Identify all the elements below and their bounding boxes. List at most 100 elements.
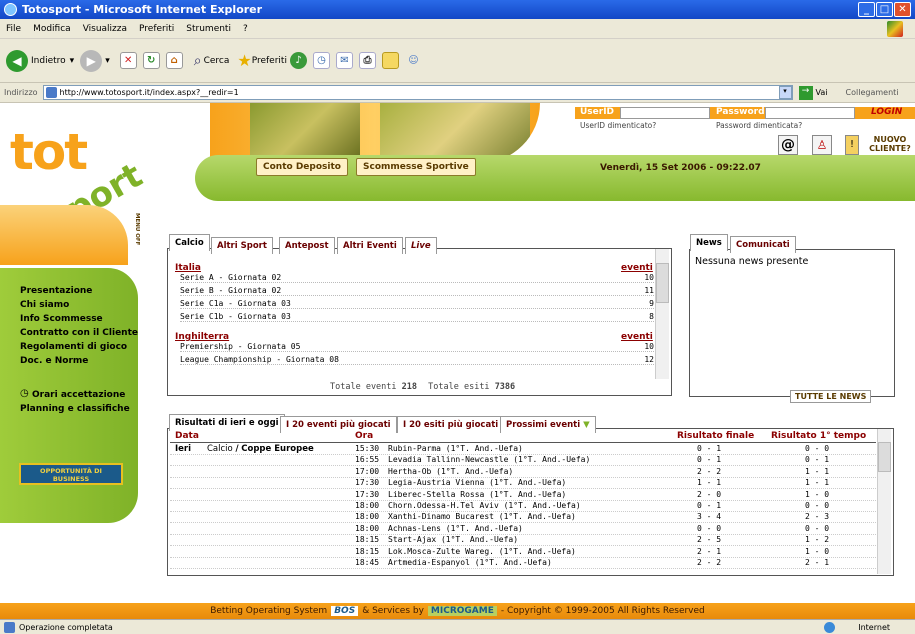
table-row[interactable]: 18:00 Chorn.Odessa-H.Tel Aviv (1°T. And.-… [170, 501, 876, 512]
business-banner[interactable]: OPPORTUNITÀ DI BUSINESS [19, 463, 123, 485]
mail-icon[interactable]: ✉ [335, 52, 353, 69]
minimize-button[interactable]: _ [858, 2, 875, 17]
tab-altri-sport[interactable]: Altri Sport [211, 237, 273, 254]
tab-top20-esiti[interactable]: I 20 esiti più giocati [397, 416, 505, 433]
tab-risultati[interactable]: Risultati di ieri e oggi [169, 414, 285, 431]
client-icon[interactable]: ! [845, 135, 859, 155]
forward-button[interactable]: ▶ ▾ [80, 49, 110, 72]
table-row[interactable]: 16:55 Levadia Tallinn-Newcastle (1°T. And… [170, 455, 876, 467]
list-item[interactable]: Premiership - Giornata 05 10 [180, 342, 654, 352]
sidebar-item-chi-siamo[interactable]: Chi siamo [20, 300, 69, 310]
conto-deposito-button[interactable]: Conto Deposito [256, 158, 348, 176]
tab-live[interactable]: Live [405, 237, 437, 254]
home-icon[interactable]: ⌂ [165, 52, 183, 69]
list-item[interactable]: Serie A - Giornata 02 10 [180, 273, 654, 283]
tab-calcio[interactable]: Calcio [169, 234, 210, 251]
list-item[interactable]: Serie B - Giornata 02 11 [180, 286, 654, 296]
address-bar: Indirizzo http://www.totosport.it/index.… [0, 83, 915, 103]
address-dropdown-icon[interactable]: ▾ [778, 86, 792, 99]
table-row[interactable]: 18:15 Start-Ajax (1°T. And.-Uefa) 2 - 5 1 -… [170, 535, 876, 547]
match-name: Hertha-Ob (1°T. And.-Uefa) [388, 466, 514, 476]
stop-icon[interactable]: ✕ [119, 52, 137, 69]
final-score: 1 - 1 [697, 478, 722, 488]
event-count: 11 [644, 286, 654, 295]
table-row[interactable]: 17:00 Hertha-Ob (1°T. And.-Uefa) 2 - 2 1 - … [170, 467, 876, 478]
group-inghilterra[interactable]: Inghilterra [175, 332, 229, 342]
sports-scrollbar[interactable] [655, 249, 669, 379]
media-icon[interactable]: ♪ [289, 52, 307, 69]
tab-comunicati[interactable]: Comunicati [730, 236, 796, 253]
sidebar-item-regolamenti[interactable]: Regolamenti di gioco [20, 342, 127, 352]
close-button[interactable]: ✕ [894, 2, 911, 17]
table-row[interactable]: 18:00 Xanthi-Dinamo Bucarest (1°T. And.-U… [170, 512, 876, 524]
table-row[interactable]: 17:30 Legia-Austria Vienna (1°T. And.-Uef… [170, 478, 876, 490]
group-italia[interactable]: Italia [175, 263, 201, 273]
userid-forgot-link[interactable]: UserID dimenticato? [580, 121, 656, 130]
links-label[interactable]: Collegamenti [846, 88, 899, 97]
menu-preferiti[interactable]: Preferiti [139, 24, 174, 34]
all-news-button[interactable]: TUTTE LE NEWS [790, 390, 872, 403]
table-row[interactable]: 17:30 Liberec-Stella Rossa (1°T. And.-Uef… [170, 490, 876, 501]
print-icon[interactable]: ⎙ [358, 52, 376, 69]
password-input[interactable] [765, 107, 855, 119]
menu-visualizza[interactable]: Visualizza [83, 24, 127, 34]
go-arrow-icon[interactable]: → [798, 85, 813, 100]
table-row[interactable]: 18:15 Lok.Mosca-Zulte Wareg. (1°T. And.-U… [170, 547, 876, 558]
match-name: Rubin-Parma (1°T. And.-Uefa) [388, 444, 523, 453]
list-item[interactable]: Serie C1b - Giornata 03 8 [180, 312, 654, 322]
history-icon[interactable]: ◷ [312, 52, 330, 69]
list-item[interactable]: League Championship - Giornata 08 12 [180, 355, 654, 365]
competition-name: League Championship - Giornata 08 [180, 355, 339, 364]
tab-antepost[interactable]: Antepost [279, 237, 335, 254]
tab-news[interactable]: News [690, 234, 728, 251]
back-button[interactable]: ◀ Indietro ▾ [6, 49, 74, 72]
results-scrollbar[interactable] [877, 429, 891, 574]
scommesse-sportive-button[interactable]: Scommesse Sportive [356, 158, 476, 176]
address-input[interactable]: http://www.totosport.it/index.aspx?__red… [42, 85, 793, 100]
folder-icon[interactable] [381, 52, 399, 69]
menu-file[interactable]: File [6, 24, 21, 34]
list-item[interactable]: Serie C1a - Giornata 03 9 [180, 299, 654, 309]
tab-prossimi-eventi[interactable]: Prossimi eventi ▼ [500, 416, 596, 433]
match-name: Start-Ajax (1°T. And.-Uefa) [388, 535, 519, 545]
halftime-score: 1 - 1 [805, 466, 830, 476]
table-row[interactable]: 18:45 Artmedia-Espanyol (1°T. And.-Uefa) 2… [170, 558, 876, 569]
menu-off-toggle[interactable]: MENU OFF [130, 213, 140, 245]
header-final: Risultato finale [677, 431, 755, 441]
menu-help[interactable]: ? [243, 24, 248, 34]
match-time: 18:00 [355, 501, 380, 510]
sidebar-item-planning[interactable]: Planning e classifiche [20, 404, 130, 414]
sidebar-item-presentazione[interactable]: Presentazione [20, 286, 92, 296]
menu-modifica[interactable]: Modifica [33, 24, 71, 34]
sidebar-item-contratto[interactable]: Contratto con il Cliente [20, 328, 138, 338]
tab-top20-eventi[interactable]: I 20 eventi più giocati [280, 416, 397, 433]
userid-input[interactable] [620, 107, 710, 119]
menu-strumenti[interactable]: Strumenti [186, 24, 231, 34]
sidebar-item-orari[interactable]: Orari accettazione [32, 390, 125, 400]
favorites-button[interactable]: ★ Preferiti [237, 51, 287, 70]
match-time: 18:00 [355, 523, 380, 533]
new-client-link[interactable]: NUOVO CLIENTE? [865, 135, 915, 153]
triangle-down-icon: ▼ [583, 420, 590, 430]
password-forgot-link[interactable]: Password dimenticata? [716, 121, 802, 130]
go-button[interactable]: Vai [816, 88, 828, 97]
clock-icon: ◷ [20, 388, 29, 399]
table-row[interactable]: 15:30 Rubin-Parma (1°T. And.-Uefa) 0 - 1 0 … [170, 444, 876, 455]
scrollbar-thumb[interactable] [878, 442, 891, 472]
refresh-icon[interactable]: ↻ [142, 52, 160, 69]
event-count: 10 [644, 273, 654, 282]
user-icon[interactable]: ♙ [812, 135, 832, 155]
back-arrow-icon: ◀ [6, 49, 28, 72]
tab-altri-eventi[interactable]: Altri Eventi [337, 237, 403, 254]
competition-name: Serie C1a - Giornata 03 [180, 299, 291, 308]
scrollbar-thumb[interactable] [656, 263, 669, 303]
login-button[interactable]: LOGIN [871, 107, 902, 117]
messenger-icon[interactable]: ☺ [405, 52, 422, 69]
sidebar-item-info-scommesse[interactable]: Info Scommesse [20, 314, 103, 324]
email-icon[interactable]: @ [778, 135, 798, 155]
table-row[interactable]: 18:00 Achnas-Lens (1°T. And.-Uefa) 0 - 0 0 … [170, 524, 876, 535]
current-date: Venerdì, 15 Set 2006 - 09:22.07 [600, 163, 761, 173]
sidebar-item-doc-norme[interactable]: Doc. e Norme [20, 356, 88, 366]
search-button[interactable]: ⌕ Cerca [194, 53, 230, 69]
maximize-button[interactable]: □ [876, 2, 893, 17]
